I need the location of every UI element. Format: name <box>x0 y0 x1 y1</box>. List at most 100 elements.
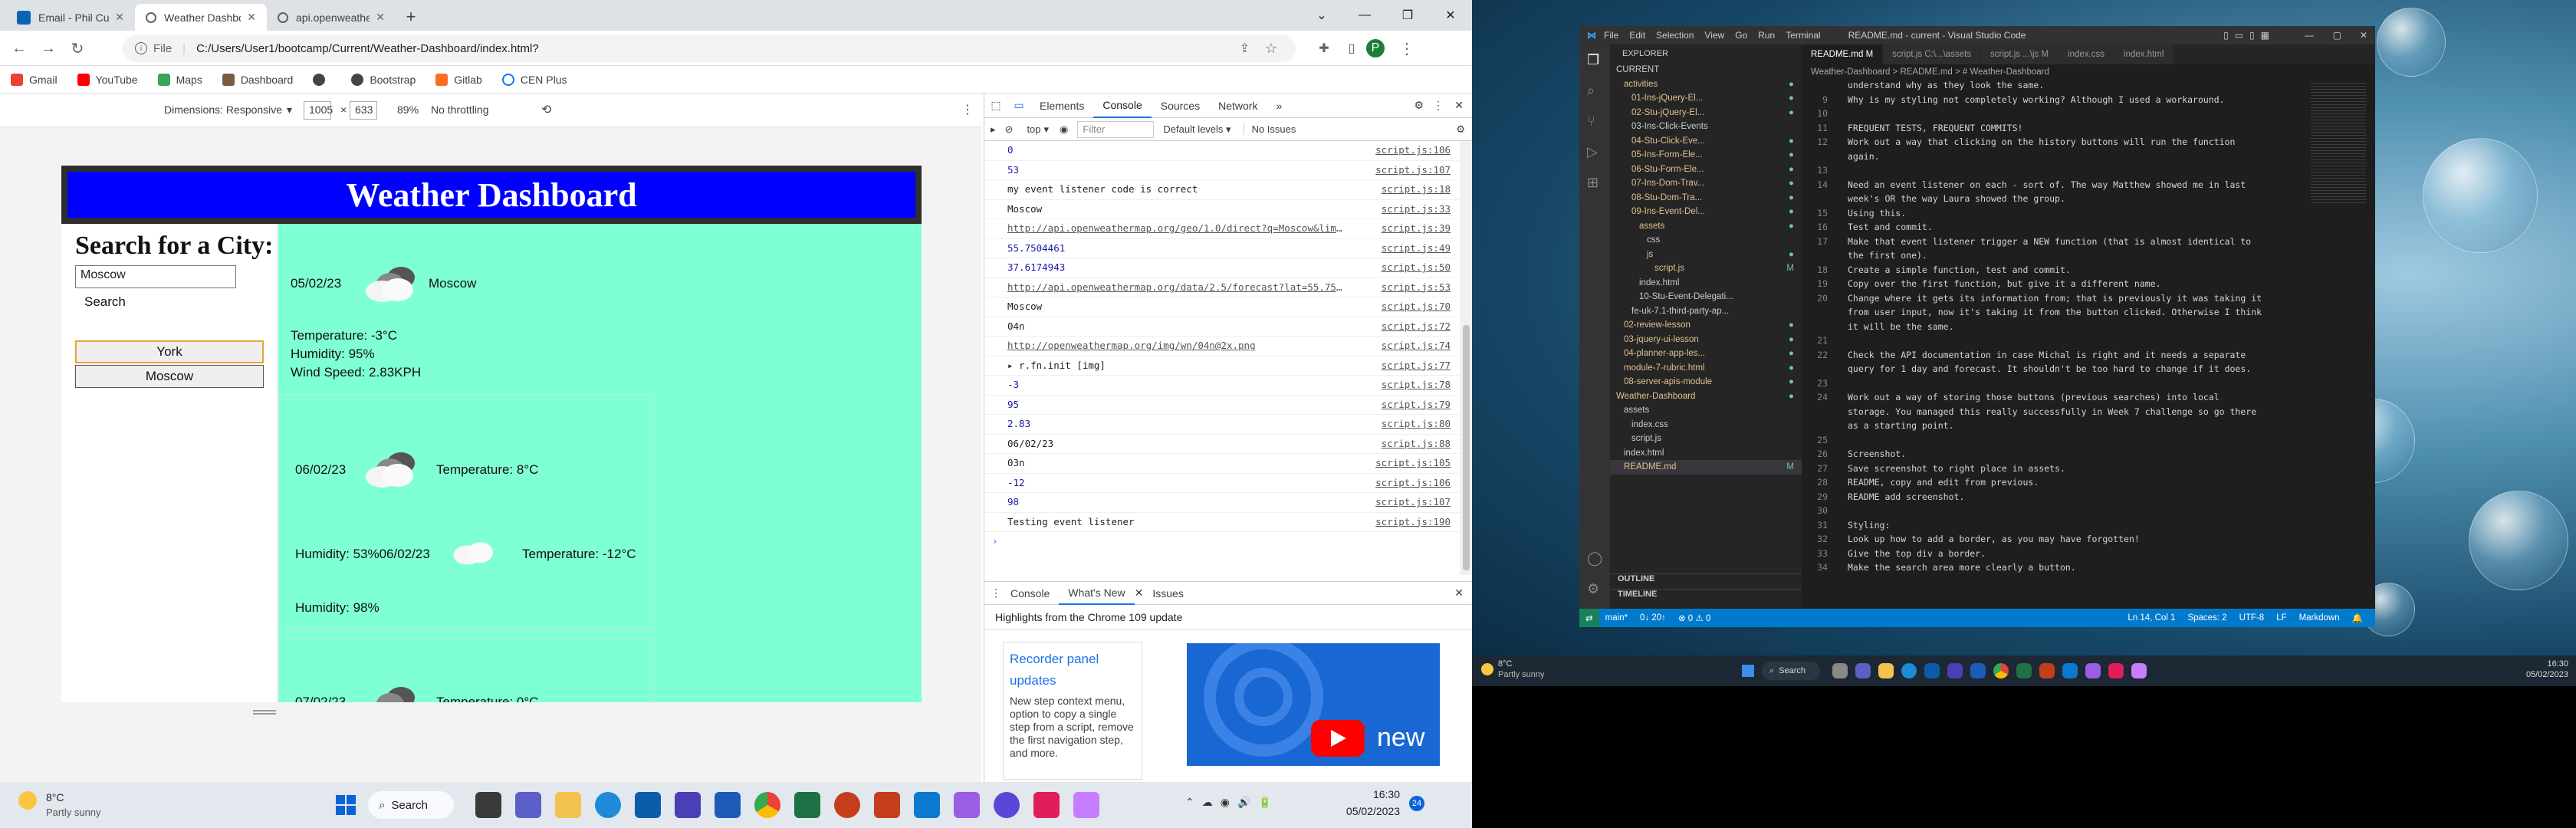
store-icon[interactable] <box>1924 663 1940 678</box>
bookmark-gitlab[interactable]: Gitlab <box>435 73 482 86</box>
settings-gear-icon[interactable]: ⚙ <box>1414 99 1424 112</box>
info-icon[interactable]: i <box>135 42 147 54</box>
line-ending[interactable]: LF <box>2276 613 2286 623</box>
app-icon[interactable] <box>2131 663 2147 678</box>
drawer-tab-console[interactable]: Console <box>1001 582 1059 605</box>
powerpoint-icon[interactable] <box>834 792 860 818</box>
tree-item[interactable]: css <box>1610 233 1802 248</box>
code-line[interactable]: it will be the same. <box>1802 321 2308 336</box>
code-line[interactable]: query for 1 day and forecast. It shouldn… <box>1802 363 2308 378</box>
tree-item[interactable]: fe-uk-7.1-third-party-ap... <box>1610 304 1802 319</box>
code-line[interactable]: 19 Copy over the first function, but give… <box>1802 278 2308 293</box>
edge-icon[interactable] <box>595 792 621 818</box>
language-mode[interactable]: Markdown <box>2299 613 2340 623</box>
code-line[interactable]: storage. You managed this really success… <box>1802 406 2308 421</box>
address-bar[interactable]: i File | C:/Users/User1/bootcamp/Current… <box>123 34 1296 62</box>
new-tab-icon[interactable]: + <box>400 6 422 28</box>
weather-temp[interactable]: 8°C <box>1498 659 1512 669</box>
taskbar-search[interactable]: ⌕ Search <box>1762 662 1820 680</box>
search-icon[interactable]: ⌕ <box>1587 83 1595 99</box>
forward-icon[interactable]: → <box>35 35 61 61</box>
file-explorer-icon[interactable] <box>1878 663 1894 678</box>
extensions-icon[interactable]: ⊞ <box>1587 175 1598 191</box>
dimensions-select[interactable]: Dimensions: Responsive <box>164 104 282 116</box>
console-source-link[interactable]: script.js:50 <box>1382 261 1451 273</box>
menu-view[interactable]: View <box>1704 30 1724 41</box>
clock-time[interactable]: 16:30 <box>2515 659 2568 669</box>
code-line[interactable]: again. <box>1802 151 2308 166</box>
breadcrumb[interactable]: Weather-Dashboard > README.md > # Weathe… <box>1802 64 2375 80</box>
code-line[interactable]: 31 Styling: <box>1802 520 2308 534</box>
tree-item[interactable]: CURRENT <box>1610 63 1802 77</box>
console-source-link[interactable]: script.js:53 <box>1382 281 1451 293</box>
git-branch[interactable]: main* <box>1605 613 1628 623</box>
tree-item[interactable]: 08-server-apis-module ● <box>1610 375 1802 389</box>
app-icon[interactable] <box>675 792 701 818</box>
log-levels-select[interactable]: Default levels ▾ <box>1163 123 1230 136</box>
console-source-link[interactable]: script.js:105 <box>1375 457 1451 468</box>
tab-search-icon[interactable]: ⌄ <box>1300 0 1343 31</box>
tab-sources[interactable]: Sources <box>1152 94 1209 118</box>
word-icon[interactable] <box>715 792 741 818</box>
bookmark-cen-plus[interactable]: CEN Plus <box>501 73 567 86</box>
app-icon[interactable] <box>954 792 980 818</box>
bookmark-unnamed[interactable] <box>313 73 331 86</box>
eye-icon[interactable]: ◉ <box>1060 123 1068 136</box>
teams-icon[interactable] <box>515 792 541 818</box>
excel-icon[interactable] <box>794 792 820 818</box>
console-message-text[interactable]: http://openweathermap.org/img/wn/04n@2x.… <box>1007 340 1345 351</box>
menu-selection[interactable]: Selection <box>1656 30 1694 41</box>
minimize-icon[interactable]: — <box>2305 30 2314 41</box>
code-line[interactable]: week's OR the way Laura showed the group… <box>1802 193 2308 208</box>
git-sync[interactable]: 0↓ 20↑ <box>1640 613 1666 623</box>
more-menu-icon[interactable]: ⋮ <box>991 586 1001 600</box>
code-line[interactable]: understand why as they look the same. <box>1802 80 2308 94</box>
powerpoint-icon[interactable] <box>2039 663 2055 678</box>
code-line[interactable]: 27 Save screenshot to right place in asse… <box>1802 463 2308 478</box>
console-source-link[interactable]: script.js:88 <box>1382 438 1451 449</box>
drawer-tab-issues[interactable]: Issues <box>1143 582 1192 605</box>
code-line[interactable]: 10 <box>1802 108 2308 123</box>
code-line[interactable]: 26 Screenshot. <box>1802 449 2308 463</box>
close-icon[interactable]: ✕ <box>376 11 385 24</box>
app-icon[interactable] <box>2085 663 2101 678</box>
code-line[interactable]: 11 FREQUENT TESTS, FREQUENT COMMITS! <box>1802 123 2308 137</box>
editor-tab-script-assets[interactable]: script.js C:\...\assets <box>1883 44 1982 64</box>
tree-item[interactable]: 03-jquery-ui-lesson ● <box>1610 333 1802 347</box>
tree-item[interactable]: Weather-Dashboard ● <box>1610 389 1802 404</box>
bookmark-maps[interactable]: Maps <box>157 73 202 86</box>
tree-item[interactable]: js ● <box>1610 248 1802 262</box>
back-icon[interactable]: ← <box>6 35 32 61</box>
edge-icon[interactable] <box>1901 663 1917 678</box>
file-explorer-icon[interactable] <box>555 792 581 818</box>
task-view-icon[interactable] <box>475 792 501 818</box>
encoding[interactable]: UTF-8 <box>2239 613 2265 623</box>
cursor-position[interactable]: Ln 14, Col 1 <box>2128 613 2175 623</box>
tree-item[interactable]: activities ● <box>1610 77 1802 92</box>
tree-item[interactable]: 09-Ins-Event-Del... ● <box>1610 205 1802 219</box>
code-line[interactable]: 29 README add screenshot. <box>1802 491 2308 506</box>
code-line[interactable]: 17 Make that event listener trigger a NEW… <box>1802 236 2308 251</box>
tree-item[interactable]: 03-Ins-Click-Events <box>1610 120 1802 134</box>
code-line[interactable]: from user input, now it's taking it from… <box>1802 307 2308 321</box>
console-source-link[interactable]: script.js:80 <box>1382 418 1451 429</box>
tab-console[interactable]: Console <box>1093 94 1152 118</box>
tree-item[interactable]: index.css <box>1610 418 1802 432</box>
console-scrollbar[interactable] <box>1460 141 1472 575</box>
tree-item[interactable]: 04-planner-app-les... ● <box>1610 347 1802 361</box>
bookmark-gmail[interactable]: Gmail <box>11 73 58 86</box>
maximize-icon[interactable]: ▢ <box>2333 30 2341 41</box>
tree-item[interactable]: module-7-rubric.html ● <box>1610 361 1802 376</box>
context-select[interactable]: top <box>1027 123 1040 135</box>
whats-new-card[interactable]: Recorder panel updates New step context … <box>1003 642 1142 780</box>
tree-item[interactable]: 10-Stu-Event-Delegati... <box>1610 290 1802 304</box>
maximize-icon[interactable]: ❐ <box>1386 0 1429 31</box>
close-icon[interactable]: ✕ <box>1135 586 1144 600</box>
weather-desc[interactable]: Partly sunny <box>1498 670 1545 679</box>
console-source-link[interactable]: script.js:106 <box>1375 144 1451 156</box>
city-search-input[interactable]: Moscow <box>75 265 236 288</box>
tree-item[interactable]: 04-Stu-Click-Eve... ● <box>1610 134 1802 149</box>
menu-edit[interactable]: Edit <box>1629 30 1645 41</box>
weather-temp[interactable]: 8°C <box>46 791 64 803</box>
chrome-icon[interactable] <box>754 792 780 818</box>
